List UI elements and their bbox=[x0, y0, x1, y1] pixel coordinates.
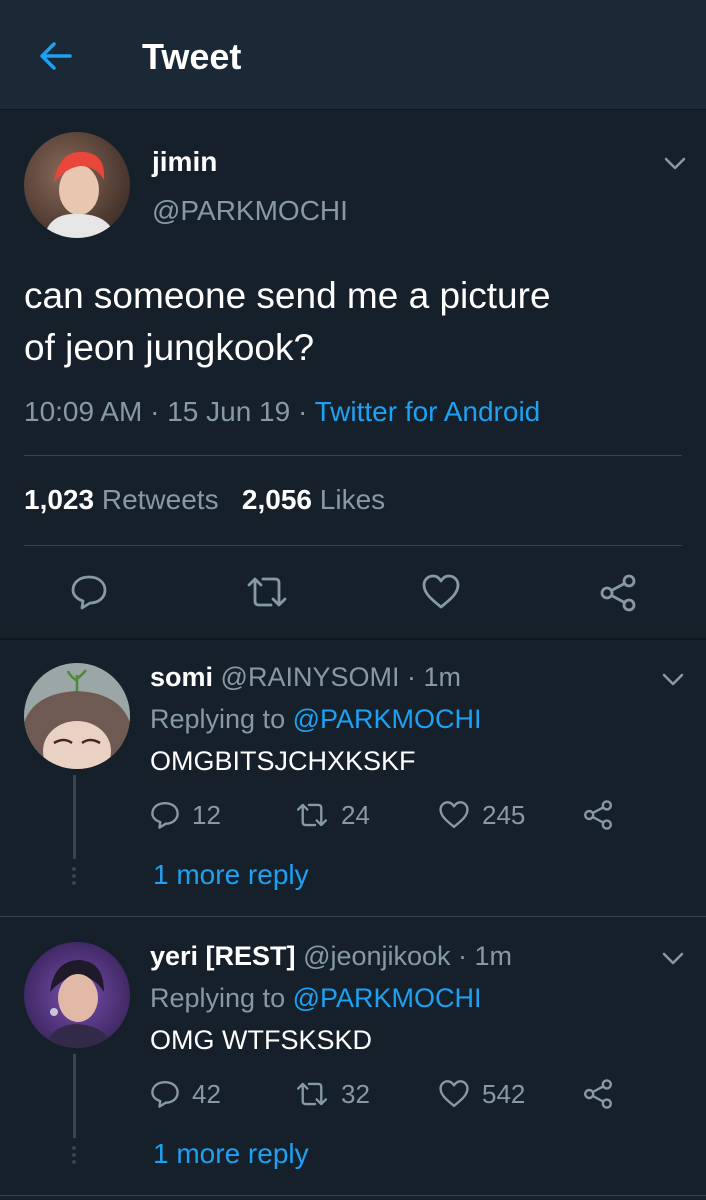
share-button[interactable] bbox=[582, 1078, 614, 1110]
retweet-button[interactable] bbox=[245, 573, 289, 611]
tweet-time: 10:09 AM bbox=[24, 396, 143, 427]
retweet-count: 32 bbox=[341, 1079, 370, 1109]
more-replies-link[interactable]: 1 more reply bbox=[153, 858, 309, 892]
tweet-meta: 10:09 AM · 15 Jun 19 · Twitter for Andro… bbox=[24, 395, 540, 429]
like-count: 245 bbox=[482, 800, 526, 830]
reply-button[interactable]: 42 bbox=[150, 1079, 221, 1109]
heart-icon bbox=[439, 1080, 469, 1108]
share-icon bbox=[584, 1079, 612, 1109]
reply-header: yeri [REST] @jeonjikook · 1m bbox=[150, 940, 512, 972]
retweet-icon bbox=[247, 577, 287, 607]
reply-author-handle[interactable]: @jeonjikook · 1m bbox=[303, 941, 512, 971]
reply-author-handle[interactable]: @RAINYSOMI · 1m bbox=[221, 662, 461, 692]
tweet-stats: 1,023 Retweets 2,056 Likes bbox=[24, 483, 385, 517]
reply-button[interactable] bbox=[70, 573, 108, 611]
tweet-client-link[interactable]: Twitter for Android bbox=[315, 396, 541, 427]
thread-dot bbox=[72, 874, 76, 878]
back-button[interactable] bbox=[36, 36, 76, 76]
mention-link[interactable]: @PARKMOCHI bbox=[293, 704, 482, 734]
divider bbox=[24, 455, 682, 456]
reply-count: 12 bbox=[192, 800, 221, 830]
thread-dot bbox=[72, 1160, 76, 1164]
heart-icon bbox=[422, 574, 460, 609]
likes-count: 2,056 bbox=[241, 484, 312, 515]
reply-header: somi @RAINYSOMI · 1m bbox=[150, 661, 461, 693]
page-title: Tweet bbox=[142, 36, 242, 77]
thread-dot bbox=[72, 1153, 76, 1157]
likes-stat[interactable]: 2,056 Likes bbox=[242, 484, 385, 515]
retweet-button[interactable]: 32 bbox=[295, 1079, 370, 1109]
reply-text: OMGBITSJCHXKSKF bbox=[150, 746, 416, 776]
reply-author-name[interactable]: yeri [REST] bbox=[150, 941, 296, 971]
separator: · bbox=[150, 396, 160, 427]
reply-options-button[interactable] bbox=[660, 666, 686, 692]
author-handle[interactable]: @PARKMOCHI bbox=[152, 194, 348, 228]
heart-icon bbox=[439, 801, 469, 829]
tweet-text-line: of jeon jungkook? bbox=[24, 327, 315, 368]
share-icon bbox=[600, 574, 636, 612]
chevron-down-icon bbox=[662, 673, 684, 686]
reply-author-name[interactable]: somi bbox=[150, 662, 213, 692]
like-button[interactable] bbox=[421, 573, 461, 611]
replying-to: Replying to @PARKMOCHI bbox=[150, 982, 482, 1014]
reply-button[interactable]: 12 bbox=[150, 800, 221, 830]
thread-dot bbox=[72, 1146, 76, 1150]
divider bbox=[0, 638, 706, 640]
replying-to: Replying to @PARKMOCHI bbox=[150, 703, 482, 735]
tweet-text-line: can someone send me a picture bbox=[24, 275, 551, 316]
retweets-label: Retweets bbox=[101, 484, 219, 515]
thread-line bbox=[73, 1054, 76, 1138]
reply-avatar[interactable] bbox=[24, 663, 130, 769]
divider bbox=[24, 545, 682, 546]
share-button[interactable] bbox=[598, 573, 638, 613]
divider bbox=[0, 1195, 706, 1196]
reply-icon bbox=[151, 801, 179, 829]
retweets-count: 1,023 bbox=[24, 484, 95, 515]
thread-dot bbox=[72, 867, 76, 871]
author-avatar[interactable] bbox=[24, 132, 130, 238]
reply-icon bbox=[71, 575, 107, 610]
author-name[interactable]: jimin bbox=[152, 145, 217, 179]
replying-prefix: Replying to bbox=[150, 983, 286, 1013]
reply-options-button[interactable] bbox=[660, 945, 686, 971]
share-button[interactable] bbox=[582, 799, 614, 831]
replying-prefix: Replying to bbox=[150, 704, 286, 734]
retweet-count: 24 bbox=[341, 800, 370, 830]
top-app-bar: Tweet bbox=[0, 0, 706, 110]
thread-dot bbox=[72, 881, 76, 885]
retweets-stat[interactable]: 1,023 Retweets bbox=[24, 484, 226, 515]
thread-line bbox=[73, 775, 76, 859]
retweet-icon bbox=[296, 803, 328, 827]
mention-link[interactable]: @PARKMOCHI bbox=[293, 983, 482, 1013]
chevron-down-icon bbox=[662, 952, 684, 965]
tweet-date: 15 Jun 19 bbox=[167, 396, 291, 427]
more-replies-link[interactable]: 1 more reply bbox=[153, 1137, 309, 1171]
reply-avatar[interactable] bbox=[24, 942, 130, 1048]
tweet-options-button[interactable] bbox=[662, 150, 688, 176]
chevron-down-icon bbox=[664, 157, 686, 170]
like-button[interactable]: 245 bbox=[438, 800, 525, 830]
retweet-button[interactable]: 24 bbox=[295, 800, 370, 830]
retweet-icon bbox=[296, 1082, 328, 1106]
divider bbox=[0, 916, 706, 917]
tweet-text: can someone send me a picture of jeon ju… bbox=[24, 270, 684, 374]
reply-count: 42 bbox=[192, 1079, 221, 1109]
reply-icon bbox=[151, 1080, 179, 1108]
separator: · bbox=[297, 396, 308, 427]
like-count: 542 bbox=[482, 1079, 526, 1109]
arrow-left-icon bbox=[40, 42, 72, 70]
share-icon bbox=[584, 800, 612, 830]
reply-text: OMG WTFSKSKD bbox=[150, 1025, 372, 1055]
likes-label: Likes bbox=[319, 484, 386, 515]
like-button[interactable]: 542 bbox=[438, 1079, 525, 1109]
